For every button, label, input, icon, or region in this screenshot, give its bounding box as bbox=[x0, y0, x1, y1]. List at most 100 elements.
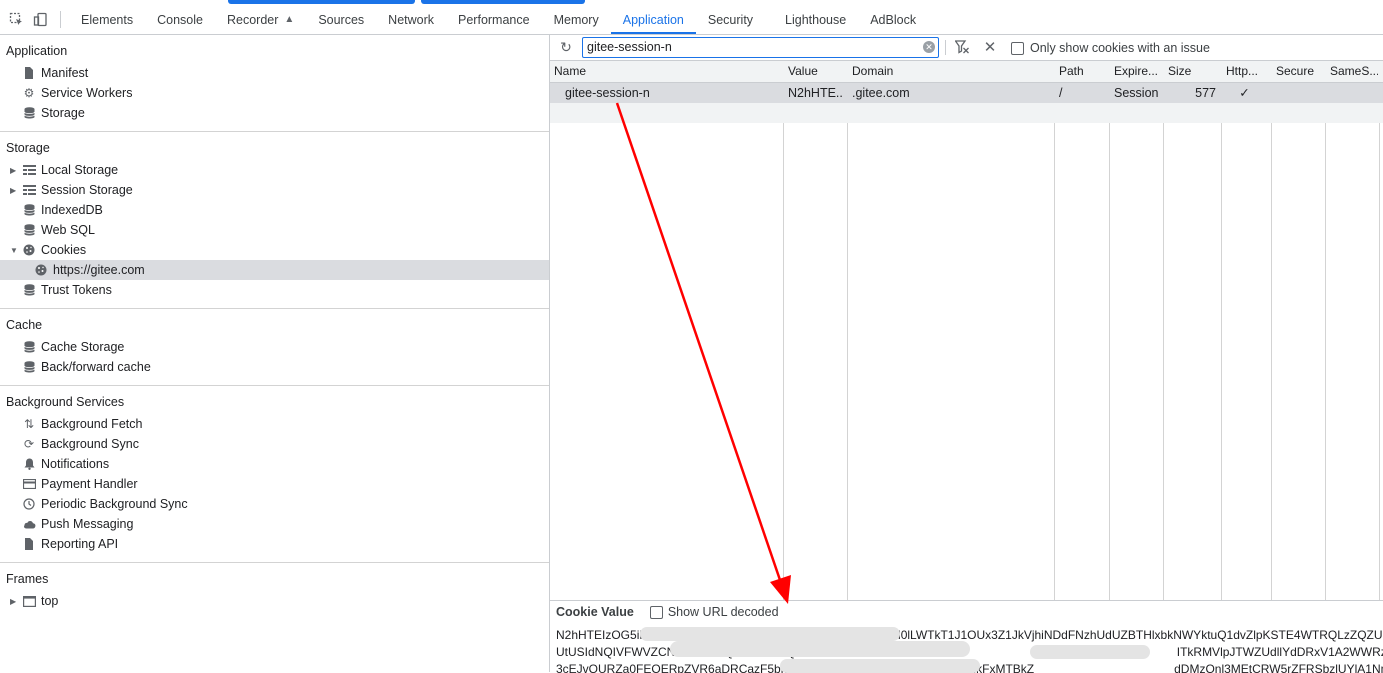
cell-domain: .gitee.com bbox=[852, 86, 910, 100]
section-title: Frames bbox=[6, 572, 49, 586]
column-divider bbox=[1109, 61, 1110, 600]
tab-elements[interactable]: Elements bbox=[69, 5, 145, 34]
tab-sources[interactable]: Sources bbox=[306, 5, 376, 34]
sidebar-item-label: Cookies bbox=[41, 243, 87, 257]
devtools-window: Elements Console Recorder ▲ Sources Netwo… bbox=[0, 0, 1383, 673]
sidebar-item-label: Background Sync bbox=[41, 437, 139, 451]
sidebar-item-label: top bbox=[41, 594, 59, 608]
cell-size: 577 bbox=[1195, 86, 1216, 100]
table-icon bbox=[22, 183, 36, 197]
sidebar-item-storage[interactable]: Storage bbox=[0, 103, 549, 123]
refresh-icon[interactable]: ↻ bbox=[558, 39, 574, 55]
tab-adblock[interactable]: AdBlock bbox=[858, 5, 928, 34]
clear-filtered-cookies-icon[interactable] bbox=[954, 39, 970, 55]
column-divider bbox=[1379, 61, 1380, 600]
document-icon bbox=[22, 66, 36, 80]
tab-memory[interactable]: Memory bbox=[542, 5, 611, 34]
collapse-arrow-icon[interactable]: ▼ bbox=[10, 246, 18, 255]
sidebar-item-session-storage[interactable]: ▶ Session Storage bbox=[0, 180, 549, 200]
expand-arrow-icon[interactable]: ▶ bbox=[10, 166, 18, 175]
sidebar-item-cookie-origin[interactable]: https://gitee.com bbox=[0, 260, 549, 280]
cookie-filter-input[interactable] bbox=[583, 38, 921, 55]
device-toolbar-icon[interactable] bbox=[28, 5, 52, 34]
table-icon bbox=[22, 163, 36, 177]
show-url-decoded-checkbox[interactable] bbox=[649, 605, 663, 619]
database-icon bbox=[22, 283, 36, 297]
database-icon bbox=[22, 106, 36, 120]
sidebar-item-periodic-background-sync[interactable]: Periodic Background Sync bbox=[0, 494, 549, 514]
tab-performance[interactable]: Performance bbox=[446, 5, 542, 34]
inspect-element-icon[interactable] bbox=[4, 5, 28, 34]
tab-label: Network bbox=[388, 12, 435, 27]
section-title: Background Services bbox=[6, 395, 125, 409]
sidebar-item-background-fetch[interactable]: ⇅ Background Fetch bbox=[0, 414, 549, 434]
cell-samesite bbox=[1326, 83, 1378, 103]
flask-icon: ▲ bbox=[284, 14, 295, 25]
tab-network[interactable]: Network bbox=[376, 5, 446, 34]
cell-name: gitee-session-n bbox=[565, 86, 650, 100]
sidebar-item-background-sync[interactable]: ⟳ Background Sync bbox=[0, 434, 549, 454]
expand-arrow-icon[interactable]: ▶ bbox=[10, 186, 18, 195]
sidebar-item-indexeddb[interactable]: IndexedDB bbox=[0, 200, 549, 220]
sidebar-item-payment-handler[interactable]: Payment Handler bbox=[0, 474, 549, 494]
column-divider bbox=[783, 61, 784, 600]
tab-console[interactable]: Console bbox=[145, 5, 215, 34]
up-down-arrows-icon: ⇅ bbox=[23, 417, 35, 431]
sidebar-item-reporting-api[interactable]: Reporting API bbox=[0, 534, 549, 554]
column-header-value[interactable]: Value bbox=[784, 61, 846, 82]
column-header-secure[interactable]: Secure bbox=[1272, 61, 1324, 82]
sidebar-item-label: Payment Handler bbox=[41, 477, 138, 491]
sidebar-item-manifest[interactable]: Manifest bbox=[0, 63, 549, 83]
tab-application[interactable]: Application bbox=[610, 5, 697, 34]
sidebar-item-back-forward-cache[interactable]: Back/forward cache bbox=[0, 357, 549, 377]
column-header-domain[interactable]: Domain bbox=[848, 61, 1052, 82]
tab-security[interactable]: Security bbox=[696, 5, 773, 34]
sidebar-item-cache-storage[interactable]: Cache Storage bbox=[0, 337, 549, 357]
tab-label: Memory bbox=[553, 12, 599, 27]
column-header-size[interactable]: Size bbox=[1164, 61, 1220, 82]
sidebar-item-local-storage[interactable]: ▶ Local Storage bbox=[0, 160, 549, 180]
sidebar-item-label: https://gitee.com bbox=[53, 263, 145, 277]
tab-label: AdBlock bbox=[870, 12, 917, 27]
browser-tab-indicator bbox=[228, 0, 415, 4]
show-url-decoded-row[interactable]: Show URL decoded bbox=[649, 605, 779, 619]
table-header: Name Value Domain Path Expire... Size Ht… bbox=[550, 61, 1383, 83]
only-issue-checkbox-row[interactable]: Only show cookies with an issue bbox=[1011, 41, 1210, 55]
document-icon bbox=[22, 537, 36, 551]
sidebar-item-web-sql[interactable]: Web SQL bbox=[0, 220, 549, 240]
column-header-path[interactable]: Path bbox=[1055, 61, 1109, 82]
column-header-samesite[interactable]: SameS... bbox=[1326, 61, 1378, 82]
column-header-name[interactable]: Name bbox=[550, 61, 779, 82]
only-issue-checkbox[interactable] bbox=[1011, 41, 1024, 55]
sidebar-section-background-services: Background Services ⇅ Background Fetch ⟳… bbox=[0, 386, 549, 563]
frame-icon bbox=[22, 594, 36, 608]
gear-icon: ⚙ bbox=[23, 86, 35, 100]
tab-recorder[interactable]: Recorder ▲ bbox=[215, 5, 306, 34]
section-title: Application bbox=[6, 44, 68, 58]
section-title: Cache bbox=[6, 318, 43, 332]
browser-tab-indicator bbox=[421, 0, 585, 4]
tab-lighthouse[interactable]: Lighthouse bbox=[773, 5, 858, 34]
sidebar-item-label: Storage bbox=[41, 106, 85, 120]
sidebar-item-cookies[interactable]: ▼ Cookies bbox=[0, 240, 549, 260]
sidebar-item-label: Service Workers bbox=[41, 86, 133, 100]
column-header-expires[interactable]: Expire... bbox=[1110, 61, 1164, 82]
cookie-icon bbox=[22, 243, 36, 257]
sidebar-item-notifications[interactable]: Notifications bbox=[0, 454, 549, 474]
column-header-httponly[interactable]: Http... bbox=[1222, 61, 1271, 82]
sidebar-item-trust-tokens[interactable]: Trust Tokens bbox=[0, 280, 549, 300]
cloud-icon bbox=[22, 517, 36, 531]
clear-filter-icon[interactable]: ✕ bbox=[923, 41, 935, 53]
cell-expires: Session bbox=[1114, 86, 1159, 100]
sidebar-item-label: Periodic Background Sync bbox=[41, 497, 188, 511]
table-row[interactable]: gitee-session-n N2hHTE... .gitee.com / S… bbox=[550, 83, 1383, 103]
expand-arrow-icon[interactable]: ▶ bbox=[10, 597, 18, 606]
sidebar-section-application: Application Manifest ⚙ Service Workers S… bbox=[0, 35, 549, 132]
sidebar-item-label: Background Fetch bbox=[41, 417, 143, 431]
column-divider bbox=[1054, 61, 1055, 600]
clear-all-cookies-icon[interactable]: ✕ bbox=[982, 39, 998, 56]
sidebar-item-service-workers[interactable]: ⚙ Service Workers bbox=[0, 83, 549, 103]
column-divider bbox=[1325, 61, 1326, 600]
sidebar-item-frame-top[interactable]: ▶ top bbox=[0, 591, 549, 611]
sidebar-item-push-messaging[interactable]: Push Messaging bbox=[0, 514, 549, 534]
